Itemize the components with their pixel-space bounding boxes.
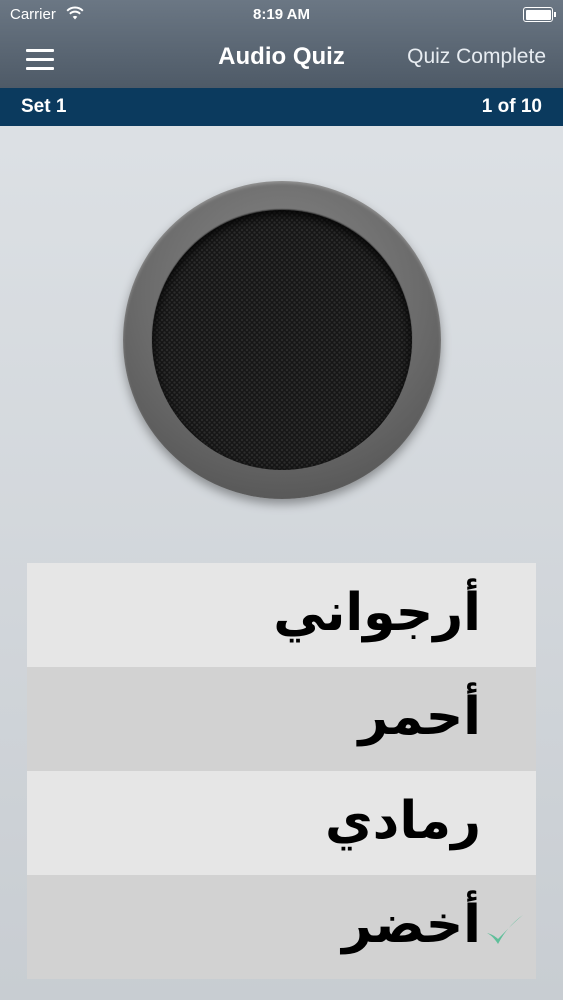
answer-option-3[interactable]: رمادي bbox=[27, 771, 536, 875]
status-time: 8:19 AM bbox=[253, 6, 310, 23]
speaker-icon[interactable] bbox=[123, 181, 441, 499]
answer-text: أرجواني bbox=[273, 583, 481, 643]
navigation-bar: Audio Quiz Quiz Complete bbox=[0, 30, 563, 88]
status-bar: Carrier 8:19 AM bbox=[0, 0, 563, 30]
answer-list: أرجواني أحمر رمادي أخضر bbox=[27, 563, 536, 979]
answer-text: أحمر bbox=[358, 687, 481, 747]
set-name: Set 1 bbox=[21, 96, 67, 117]
speaker-grille bbox=[152, 210, 412, 470]
set-bar: Set 1 1 of 10 bbox=[0, 88, 563, 126]
answer-option-1[interactable]: أرجواني bbox=[27, 563, 536, 667]
checkmark-icon bbox=[487, 915, 523, 944]
answer-option-2[interactable]: أحمر bbox=[27, 667, 536, 771]
quiz-complete-button[interactable]: Quiz Complete bbox=[407, 45, 546, 69]
answer-option-4[interactable]: أخضر bbox=[27, 875, 536, 979]
battery-icon bbox=[523, 7, 556, 22]
hamburger-menu-icon[interactable] bbox=[24, 44, 58, 74]
quiz-progress: 1 of 10 bbox=[481, 96, 542, 117]
answer-text: أخضر bbox=[342, 895, 481, 955]
answer-text: رمادي bbox=[325, 791, 481, 851]
battery-fill bbox=[525, 9, 551, 20]
